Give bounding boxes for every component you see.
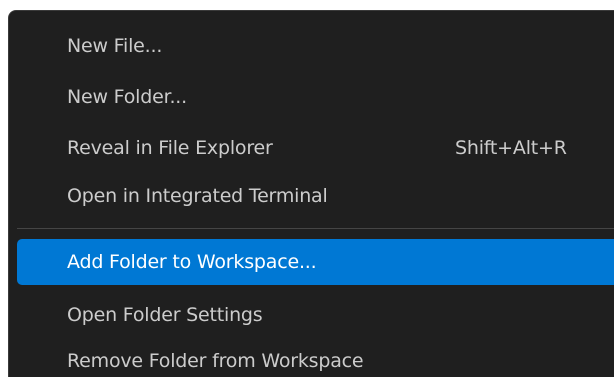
menu-item-label: Reveal in File Explorer <box>67 137 273 159</box>
keybinding-shortcut: Shift+Alt+R <box>455 137 567 159</box>
menu-item-reveal-in-file-explorer[interactable]: Reveal in File Explorer Shift+Alt+R <box>17 125 614 171</box>
menu-item-label: Open in Integrated Terminal <box>67 185 328 207</box>
menu-item-new-folder[interactable]: New Folder... <box>17 74 614 120</box>
menu-item-label: Remove Folder from Workspace <box>67 350 364 372</box>
menu-item-label: Open Folder Settings <box>67 304 263 326</box>
menu-item-open-folder-settings[interactable]: Open Folder Settings <box>17 292 614 338</box>
menu-item-add-folder-to-workspace[interactable]: Add Folder to Workspace... <box>17 239 614 285</box>
menu-item-remove-folder-from-workspace[interactable]: Remove Folder from Workspace <box>17 338 614 377</box>
menu-item-new-file[interactable]: New File... <box>17 23 614 69</box>
menu-item-label: New Folder... <box>67 86 187 108</box>
menu-item-label: Add Folder to Workspace... <box>67 251 317 273</box>
menu-item-label: New File... <box>67 35 163 57</box>
explorer-context-menu: New File... New Folder... Reveal in File… <box>8 10 614 377</box>
menu-separator <box>17 228 614 229</box>
menu-item-open-in-integrated-terminal[interactable]: Open in Integrated Terminal <box>17 173 614 219</box>
